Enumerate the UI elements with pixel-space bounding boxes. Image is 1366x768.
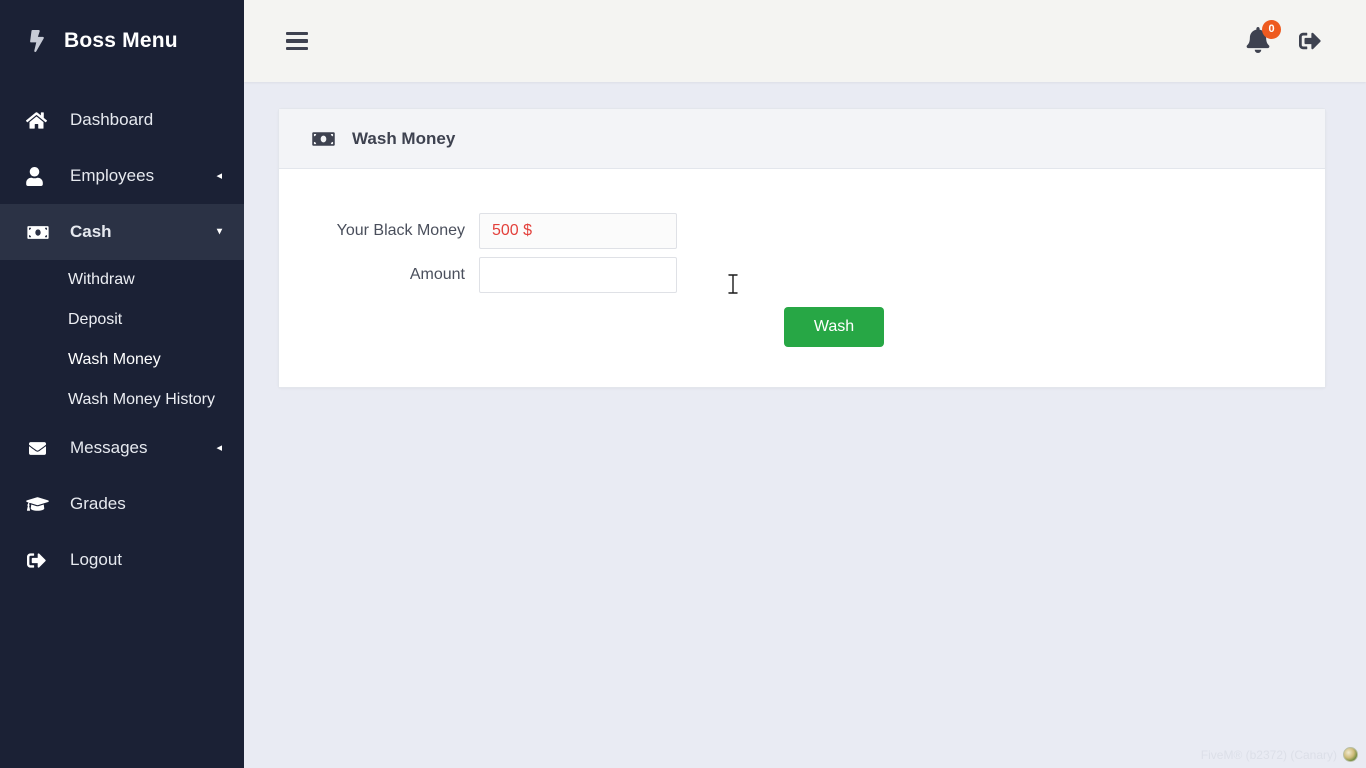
sidebar-subitem-label: Wash Money History: [68, 391, 215, 408]
hamburger-icon[interactable]: [286, 32, 308, 50]
graduation-cap-icon: [26, 495, 56, 513]
sidebar-item-label: Logout: [70, 550, 122, 569]
sidebar-item-label: Dashboard: [70, 110, 154, 129]
card-header: Wash Money: [279, 109, 1325, 169]
user-icon: [26, 166, 56, 186]
watermark-text: FiveM® (b2372) (Canary): [1200, 747, 1337, 762]
sidebar: Boss Menu Dashboard Employees ◂ Cash ▾ W…: [0, 0, 244, 768]
bolt-icon: [24, 28, 50, 54]
sidebar-subitem-label: Deposit: [68, 311, 123, 328]
hamburger-bar: [286, 39, 308, 43]
sidebar-subitem-withdraw[interactable]: Withdraw: [0, 260, 244, 300]
chevron-down-icon: ▾: [216, 226, 222, 237]
sidebar-item-label: Messages: [70, 438, 148, 457]
home-icon: [26, 111, 56, 130]
sidebar-subitem-label: Wash Money: [68, 351, 161, 368]
notification-badge: 0: [1262, 20, 1281, 39]
amount-input[interactable]: [479, 257, 677, 293]
black-money-label: Your Black Money: [336, 222, 465, 239]
sidebar-item-dashboard[interactable]: Dashboard: [0, 92, 244, 148]
chevron-left-icon: ◂: [216, 169, 222, 182]
sidebar-item-employees[interactable]: Employees ◂: [0, 148, 244, 204]
card-actions: Wash: [311, 307, 1293, 347]
sidebar-item-grades[interactable]: Grades: [0, 476, 244, 532]
sidebar-subitem-wash-money-history[interactable]: Wash Money History: [0, 380, 244, 420]
sidebar-item-label: Employees: [70, 166, 155, 185]
card-title: Wash Money: [352, 128, 456, 148]
sign-out-icon: [26, 551, 56, 570]
wash-money-card: Wash Money Your Black Money Amount Wash: [278, 108, 1326, 388]
sidebar-subitem-label: Withdraw: [68, 271, 135, 288]
chevron-left-icon: ◂: [216, 441, 222, 454]
logout-icon[interactable]: [1298, 30, 1322, 52]
topbar-actions: 0: [1246, 20, 1322, 57]
sidebar-item-cash[interactable]: Cash ▾: [0, 204, 244, 260]
topbar: 0: [244, 0, 1366, 82]
brand-title: Boss Menu: [64, 29, 178, 52]
sidebar-subitem-wash-money[interactable]: Wash Money: [0, 340, 244, 380]
sidebar-item-messages[interactable]: Messages ◂: [0, 420, 244, 476]
amount-label: Amount: [409, 266, 465, 283]
sidebar-subitem-deposit[interactable]: Deposit: [0, 300, 244, 340]
main-area: 0 Wash Money Your Black Money 500 $ Amou…: [244, 0, 1366, 768]
money-icon: [26, 224, 56, 241]
money-icon: [311, 130, 336, 148]
sidebar-item-label: Cash: [70, 222, 112, 241]
notifications-button[interactable]: 0: [1246, 20, 1281, 57]
brand[interactable]: Boss Menu: [0, 0, 244, 82]
sidebar-nav: Dashboard Employees ◂ Cash ▾ Withdraw De…: [0, 82, 244, 588]
cash-submenu: Withdraw Deposit Wash Money Wash Money H…: [0, 260, 244, 420]
wash-button[interactable]: Wash: [784, 307, 884, 347]
black-money-row: Your Black Money: [311, 213, 1293, 249]
fivem-watermark: FiveM® (b2372) (Canary): [1201, 747, 1358, 762]
sidebar-item-logout[interactable]: Logout: [0, 532, 244, 588]
fivem-logo-icon: [1343, 747, 1358, 762]
sidebar-item-label: Grades: [70, 494, 126, 513]
black-money-field: [479, 213, 677, 249]
card-body: Your Black Money Amount Wash: [279, 169, 1325, 387]
hamburger-bar: [286, 46, 308, 50]
amount-row: Amount: [311, 257, 1293, 293]
bell-icon: [1246, 27, 1270, 57]
envelope-icon: [26, 440, 56, 457]
hamburger-bar: [286, 32, 308, 36]
app-root: Boss Menu Dashboard Employees ◂ Cash ▾ W…: [0, 0, 1366, 768]
page-content: Wash Money Your Black Money Amount Wash: [244, 82, 1366, 768]
